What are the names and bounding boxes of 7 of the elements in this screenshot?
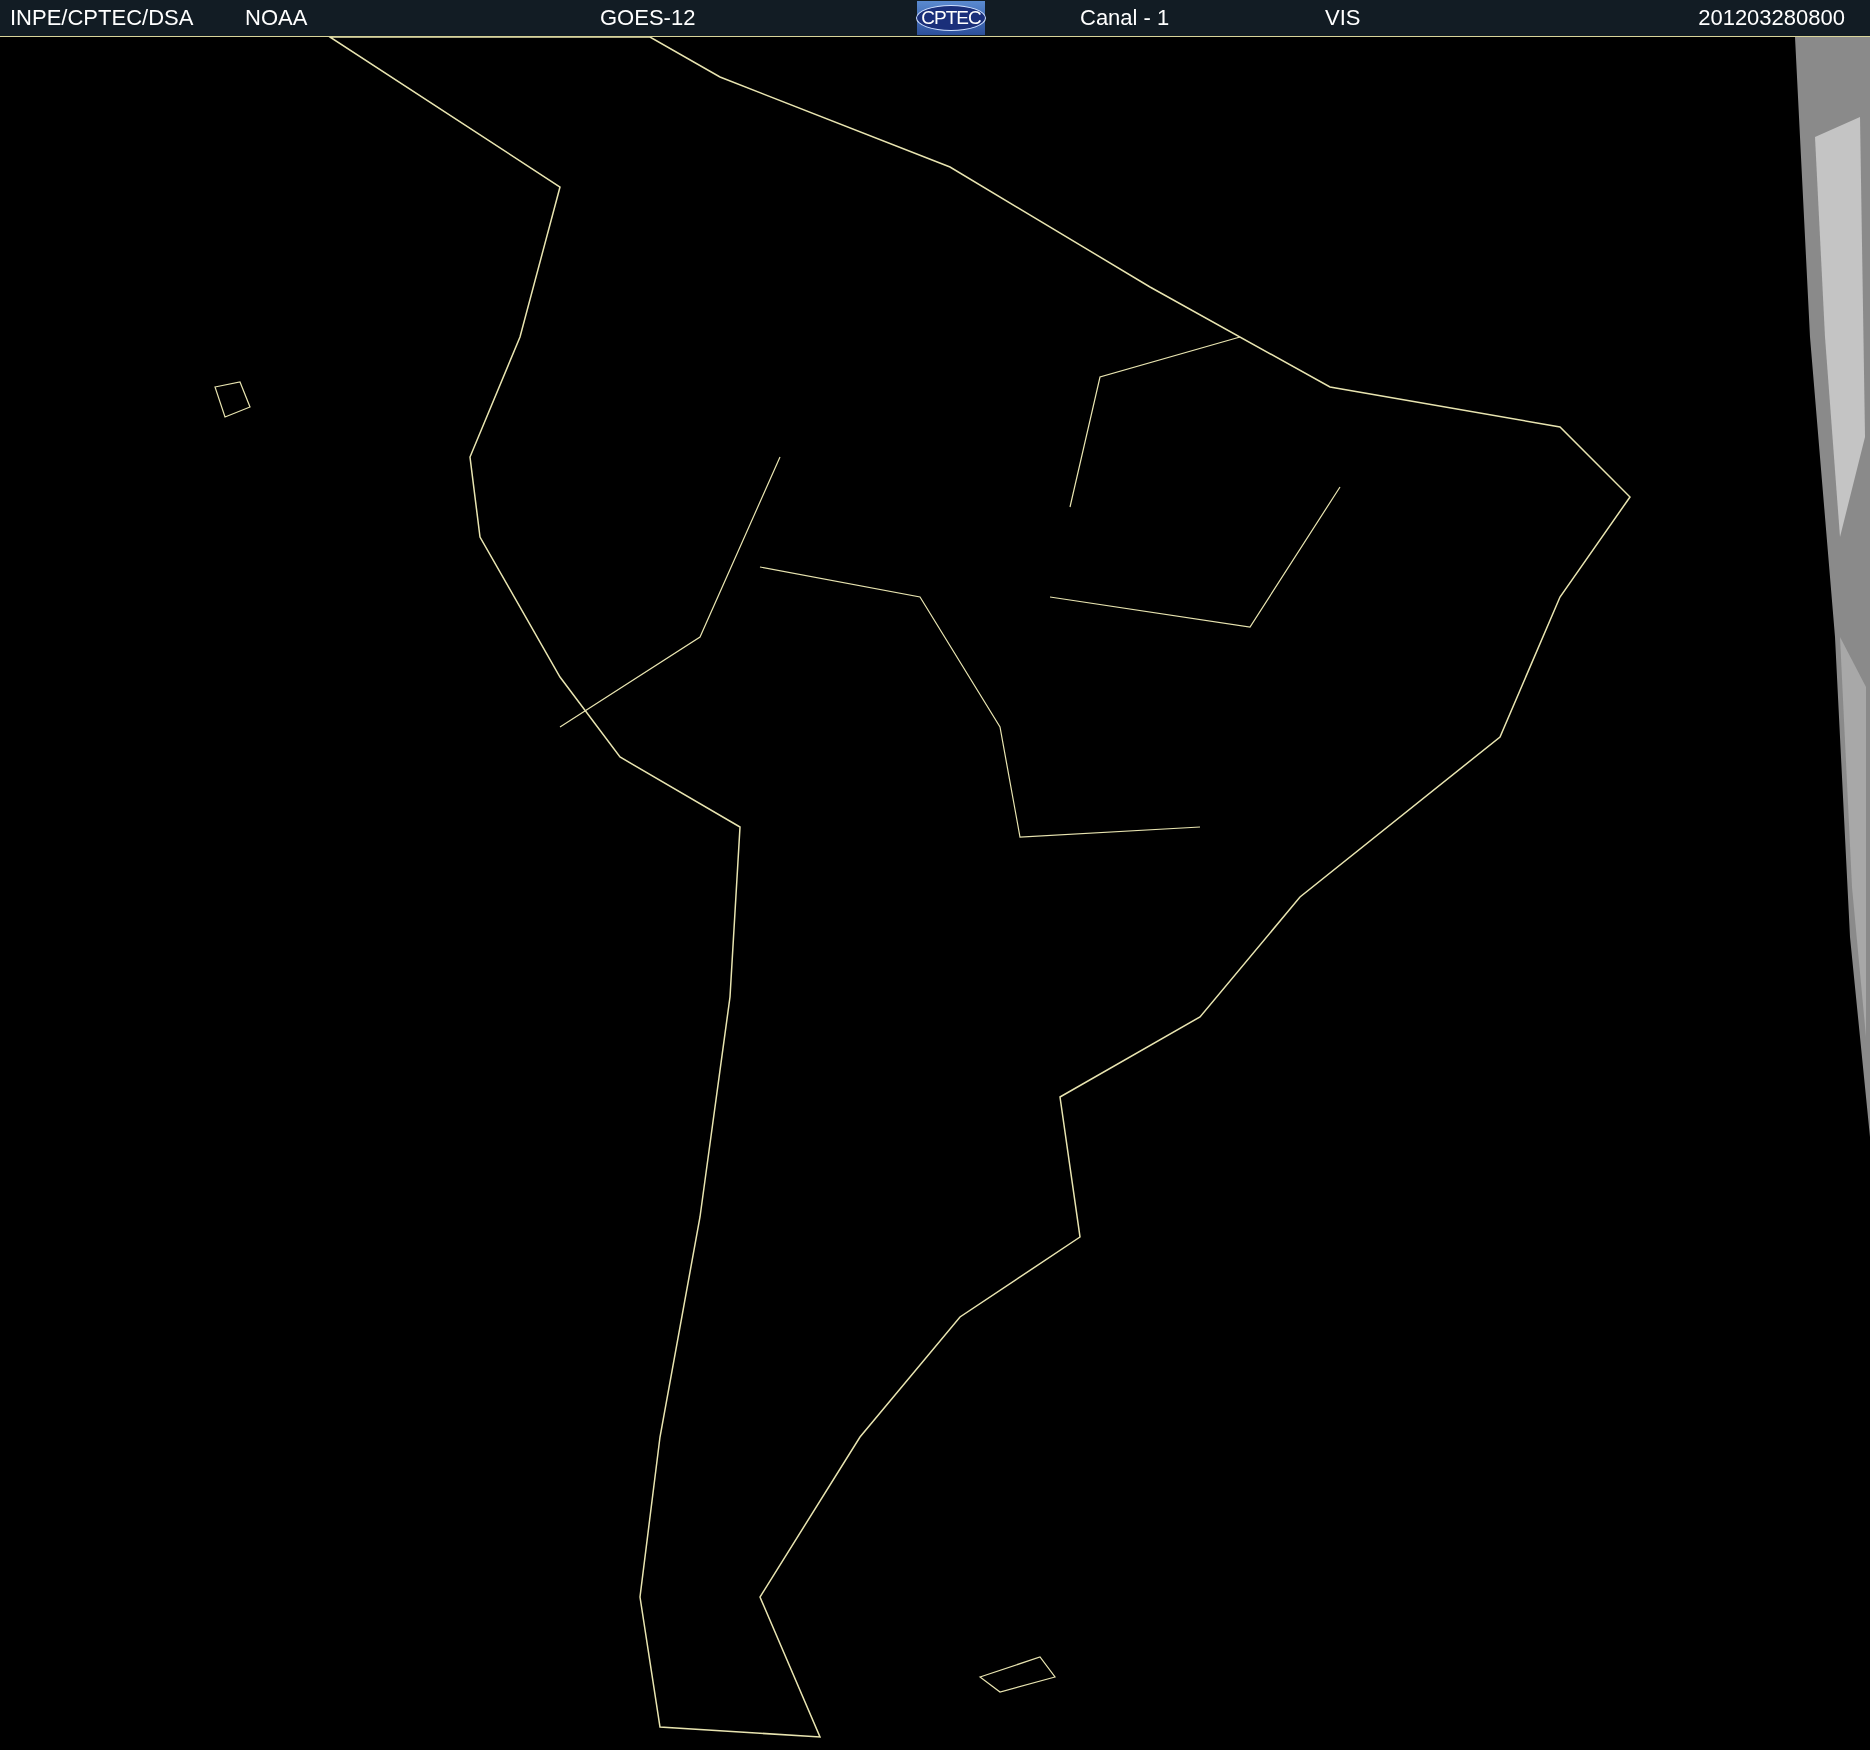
header-label: NOAA — [245, 5, 309, 31]
header-label: INPE/CPTEC/DSA — [10, 5, 195, 31]
logo: CPTEC — [917, 1, 985, 35]
channel-label: Canal - 1 — [1080, 5, 1171, 31]
header-label: GOES-12 — [600, 5, 697, 31]
band-label: VIS — [1325, 5, 1362, 31]
timestamp: 201203280800 — [1698, 5, 1845, 31]
